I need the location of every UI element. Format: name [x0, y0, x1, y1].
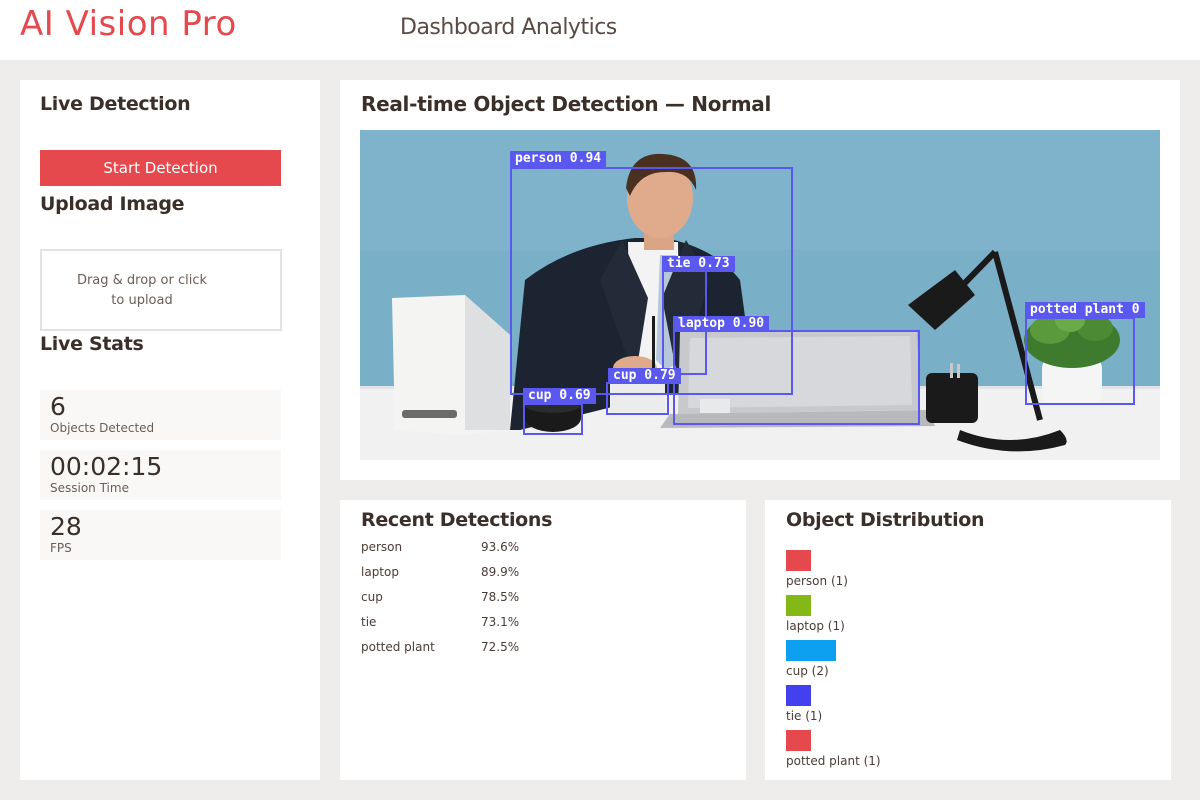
bbox-label-laptop: laptop 0.90 [673, 316, 770, 332]
stat-label: Objects Detected [50, 421, 155, 435]
upload-hint-line-1: Drag & drop or click [76, 273, 208, 288]
detection-name: potted plant [361, 640, 435, 654]
detection-video-frame: person 0.94 tie 0.73 laptop 0.90 cup 0.7… [360, 130, 1160, 460]
bbox-label-cup: cup 0.79 [608, 368, 681, 384]
distribution-label: tie (1) [786, 709, 823, 723]
upload-hint: Drag & drop or click to upload [42, 271, 242, 311]
stat-fps: 28 FPS [40, 510, 281, 560]
object-distribution-title: Object Distribution [786, 509, 985, 531]
bbox-label-cup: cup 0.69 [523, 388, 596, 404]
detection-name: laptop [361, 565, 399, 579]
distribution-label: potted plant (1) [786, 754, 881, 768]
stat-label: FPS [50, 541, 72, 555]
bbox-potted-plant [1025, 317, 1135, 405]
live-stats-title: Live Stats [40, 333, 144, 355]
stat-label: Session Time [50, 481, 129, 495]
bbox-laptop [673, 330, 920, 425]
distribution-item: laptop (1) [786, 595, 986, 640]
distribution-label: cup (2) [786, 664, 829, 678]
detection-name: person [361, 540, 403, 554]
bbox-cup [606, 382, 669, 415]
distribution-bar [786, 595, 811, 616]
recent-detections-title: Recent Detections [361, 509, 553, 531]
distribution-label: laptop (1) [786, 619, 845, 633]
list-item: tie 73.1% [361, 612, 541, 632]
stat-value: 28 [50, 512, 82, 541]
detection-name: cup [361, 590, 383, 604]
list-item: person 93.6% [361, 537, 541, 557]
bbox-label-potted-plant: potted plant 0 [1025, 302, 1145, 318]
detection-name: tie [361, 615, 377, 629]
app-title: AI Vision Pro [20, 4, 237, 44]
top-header: AI Vision Pro Dashboard Analytics [0, 0, 1200, 60]
stat-objects-detected: 6 Objects Detected [40, 390, 281, 440]
list-item: cup 78.5% [361, 587, 541, 607]
sidebar-panel: Live Detection Start Detection Upload Im… [20, 80, 320, 780]
recent-detections-panel: Recent Detections person 93.6% laptop 89… [340, 500, 746, 780]
distribution-item: tie (1) [786, 685, 986, 730]
bbox-label-person: person 0.94 [510, 151, 607, 167]
header-subtitle: Dashboard Analytics [400, 15, 617, 40]
detection-confidence: 89.9% [481, 565, 520, 579]
detection-confidence: 78.5% [481, 590, 520, 604]
detection-confidence: 72.5% [481, 640, 520, 654]
upload-image-title: Upload Image [40, 193, 185, 215]
object-distribution-panel: Object Distribution person (1) laptop (1… [765, 500, 1171, 780]
distribution-item: potted plant (1) [786, 730, 986, 775]
detection-confidence: 93.6% [481, 540, 520, 554]
stat-value: 6 [50, 392, 66, 421]
bbox-label-tie: tie 0.73 [662, 256, 735, 272]
distribution-item: person (1) [786, 550, 986, 595]
list-item: laptop 89.9% [361, 562, 541, 582]
detection-title: Real-time Object Detection — Normal [361, 92, 772, 116]
bbox-cup [523, 403, 583, 435]
start-detection-button[interactable]: Start Detection [40, 150, 281, 186]
distribution-label: person (1) [786, 574, 848, 588]
stat-session-time: 00:02:15 Session Time [40, 450, 281, 500]
stat-value: 00:02:15 [50, 452, 163, 481]
detection-panel: Real-time Object Detection — Normal pers… [340, 80, 1180, 480]
distribution-bar [786, 550, 811, 571]
upload-hint-line-2: to upload [111, 293, 173, 308]
live-detection-title: Live Detection [40, 93, 191, 115]
distribution-bar [786, 685, 811, 706]
detection-confidence: 73.1% [481, 615, 520, 629]
distribution-bar [786, 730, 811, 751]
list-item: potted plant 72.5% [361, 637, 541, 657]
distribution-bar [786, 640, 836, 661]
distribution-item: cup (2) [786, 640, 986, 685]
upload-dropzone[interactable]: Drag & drop or click to upload [40, 249, 282, 331]
